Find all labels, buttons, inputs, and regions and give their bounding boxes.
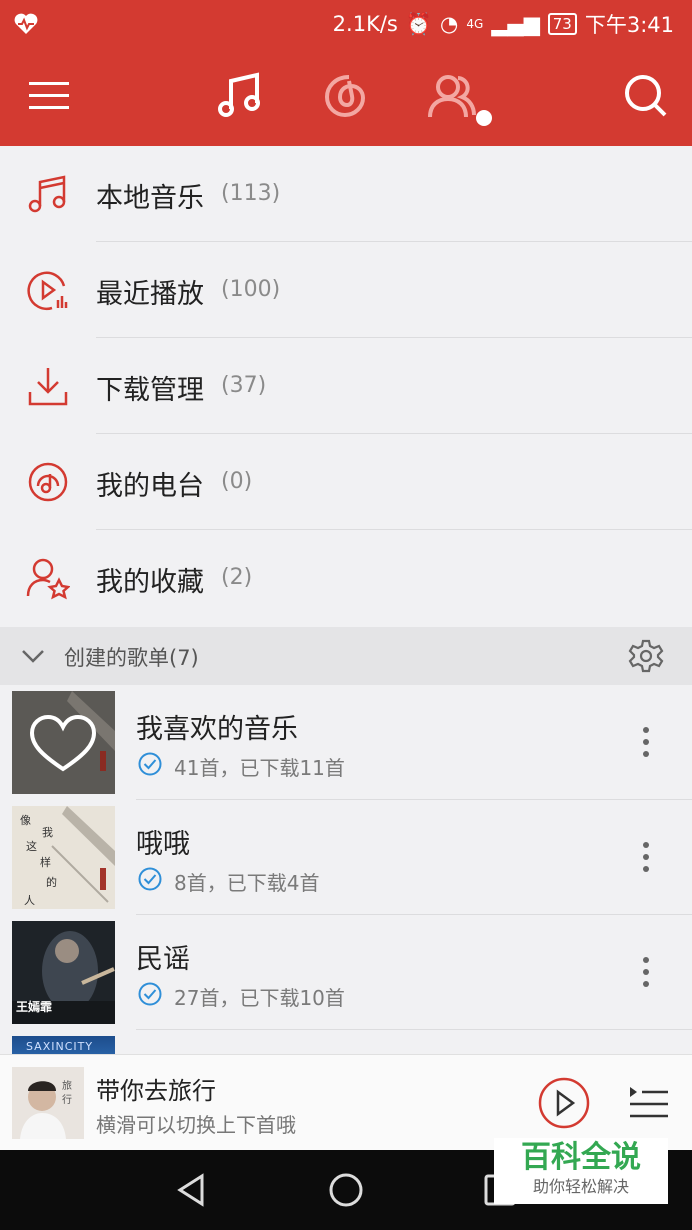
download-icon bbox=[28, 368, 68, 406]
status-bar: 2.1K/s ⏰ ◔ 4G ▂▄▆ 73 下午3:41 bbox=[0, 0, 692, 48]
chevron-down-icon bbox=[22, 650, 44, 663]
playlist-item[interactable]: 我喜欢的音乐 41首，已下载11首 bbox=[0, 685, 692, 800]
menu-item-local-music[interactable]: 本地音乐 (113) bbox=[0, 146, 692, 242]
svg-text:我: 我 bbox=[42, 826, 53, 839]
playlist-name: 民谣 bbox=[136, 944, 190, 975]
play-button[interactable] bbox=[538, 1077, 590, 1129]
network-speed: 2.1K/s bbox=[332, 12, 398, 36]
svg-text:旅: 旅 bbox=[62, 1079, 72, 1092]
svg-text:行: 行 bbox=[62, 1093, 72, 1106]
menu-item-label: 我的电台 bbox=[96, 471, 204, 502]
recent-play-icon bbox=[27, 271, 68, 311]
playlist-cover: 像 我 这 样 的 人 bbox=[12, 806, 115, 909]
playlist-queue-icon[interactable] bbox=[628, 1083, 670, 1123]
music-note-icon[interactable] bbox=[214, 70, 264, 120]
search-icon[interactable] bbox=[620, 70, 670, 120]
svg-text:王嫣霏: 王嫣霏 bbox=[16, 999, 52, 1014]
menu-item-count: (100) bbox=[221, 277, 281, 302]
playlist-meta: 27首，已下载10首 bbox=[174, 986, 345, 1010]
watermark-logo: 百科全说 助你轻松解决 bbox=[494, 1138, 668, 1204]
music-note-icon bbox=[28, 175, 66, 213]
playlist-list: 我喜欢的音乐 41首，已下载11首 像 我 这 样 的 人 哦哦 8首，已下载4… bbox=[0, 685, 692, 1030]
menu-item-count: (2) bbox=[221, 565, 253, 590]
created-playlists-header[interactable]: 创建的歌单(7) bbox=[0, 627, 692, 685]
playlist-item[interactable]: 王嫣霏 民谣 27首，已下载10首 bbox=[0, 915, 692, 1030]
downloaded-check-icon bbox=[138, 752, 162, 776]
clock: 下午3:41 bbox=[584, 13, 674, 37]
app-bar bbox=[0, 48, 692, 146]
playlist-item[interactable]: 像 我 这 样 的 人 哦哦 8首，已下载4首 bbox=[0, 800, 692, 915]
svg-text:样: 样 bbox=[40, 855, 51, 869]
menu-item-label: 我的收藏 bbox=[96, 567, 204, 598]
wifi-icon: ◔ bbox=[440, 12, 459, 36]
now-playing-cover: 旅 行 bbox=[12, 1067, 84, 1139]
health-heart-icon bbox=[14, 13, 38, 34]
back-icon[interactable] bbox=[172, 1170, 212, 1210]
playlist-meta: 8首，已下载4首 bbox=[174, 871, 320, 895]
more-vertical-icon[interactable] bbox=[636, 725, 656, 759]
downloaded-check-icon bbox=[138, 867, 162, 891]
menu-item-recent-play[interactable]: 最近播放 (100) bbox=[0, 242, 692, 338]
menu-icon[interactable] bbox=[24, 70, 74, 120]
svg-text:的: 的 bbox=[46, 875, 57, 889]
favorite-user-icon bbox=[26, 558, 70, 600]
divider bbox=[136, 1029, 692, 1030]
status-right: 2.1K/s ⏰ ◔ 4G ▂▄▆ 73 下午3:41 bbox=[333, 9, 674, 39]
notification-dot bbox=[476, 110, 492, 126]
my-music-menu: 本地音乐 (113) 最近播放 (100) 下载管理 (37) 我的电台 (0) bbox=[0, 146, 692, 626]
more-vertical-icon[interactable] bbox=[636, 840, 656, 874]
svg-text:这: 这 bbox=[26, 839, 37, 853]
network-type: 4G bbox=[466, 17, 484, 31]
mini-player[interactable]: 旅 行 带你去旅行 横滑可以切换上下首哦 bbox=[0, 1054, 692, 1150]
gear-icon[interactable] bbox=[628, 638, 664, 674]
netease-cloud-icon[interactable] bbox=[320, 70, 370, 120]
menu-item-count: (113) bbox=[221, 181, 281, 206]
section-title: 创建的歌单(7) bbox=[64, 646, 199, 670]
battery-indicator: 73 bbox=[547, 13, 577, 35]
now-playing-title: 带你去旅行 bbox=[96, 1077, 216, 1105]
radio-icon bbox=[28, 462, 68, 502]
menu-item-radio[interactable]: 我的电台 (0) bbox=[0, 434, 692, 530]
downloaded-check-icon bbox=[138, 982, 162, 1006]
menu-item-label: 最近播放 bbox=[96, 279, 204, 310]
menu-item-download[interactable]: 下载管理 (37) bbox=[0, 338, 692, 434]
watermark-subtitle: 助你轻松解决 bbox=[532, 1177, 629, 1196]
menu-item-label: 本地音乐 bbox=[96, 183, 204, 214]
menu-item-label: 下载管理 bbox=[96, 375, 204, 406]
friends-icon[interactable] bbox=[428, 70, 478, 120]
playlist-meta: 41首，已下载11首 bbox=[174, 756, 345, 780]
more-vertical-icon[interactable] bbox=[636, 955, 656, 989]
alarm-icon: ⏰ bbox=[405, 11, 433, 36]
swipe-hint: 横滑可以切换上下首哦 bbox=[96, 1113, 296, 1137]
menu-item-count: (0) bbox=[221, 469, 253, 494]
playlist-name: 哦哦 bbox=[136, 829, 190, 860]
svg-text:像: 像 bbox=[20, 814, 31, 827]
playlist-cover: 王嫣霏 bbox=[12, 921, 115, 1024]
home-icon[interactable] bbox=[326, 1170, 366, 1210]
menu-item-favorites[interactable]: 我的收藏 (2) bbox=[0, 530, 692, 626]
playlist-name: 我喜欢的音乐 bbox=[136, 714, 298, 745]
menu-item-count: (37) bbox=[221, 373, 267, 398]
svg-text:人: 人 bbox=[24, 894, 35, 907]
signal-icon: ▂▄▆ bbox=[491, 12, 540, 36]
playlist-cover bbox=[12, 691, 115, 794]
watermark-title: 百科全说 bbox=[521, 1140, 641, 1175]
